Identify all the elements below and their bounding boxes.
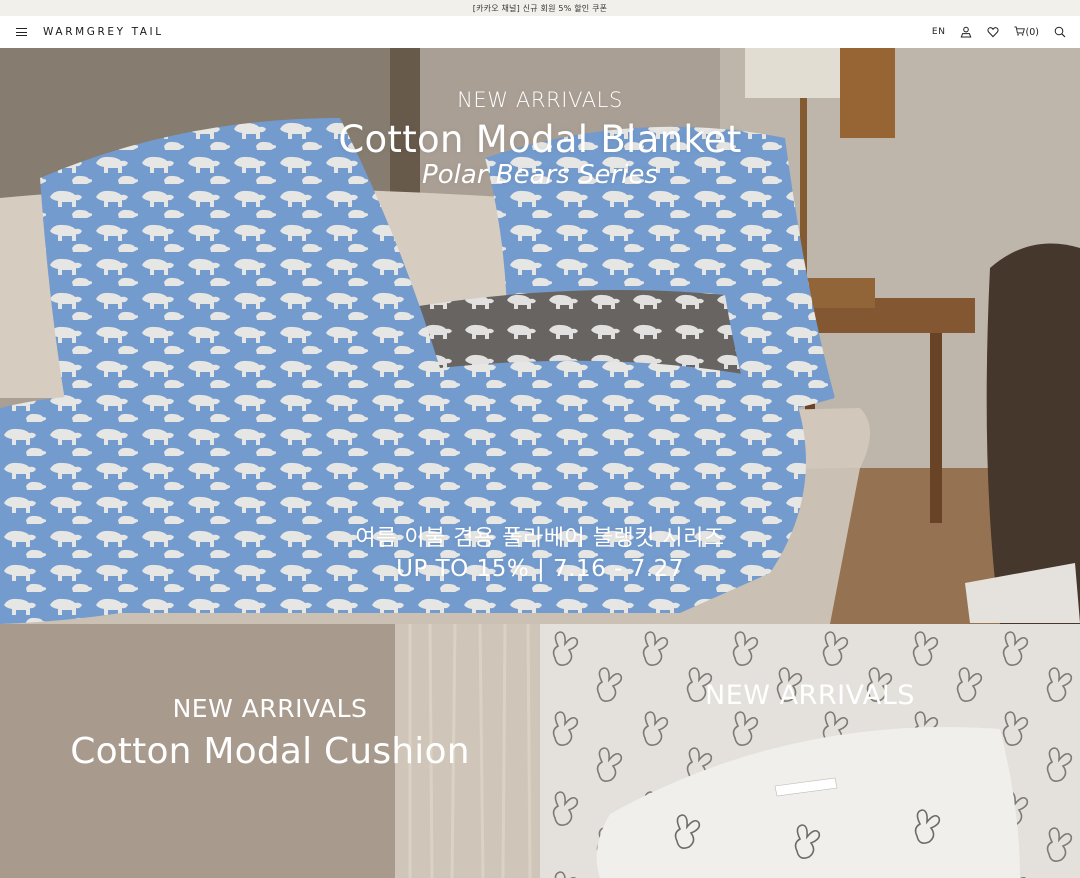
- bunny-banner-photo: [540, 624, 1080, 878]
- hero-promo: UP TO 15% | 7.16 - 7.27: [396, 556, 684, 582]
- language-switch[interactable]: EN: [932, 27, 946, 37]
- announcement-bar[interactable]: [카카오 채널] 신규 회원 5% 할인 쿠폰: [0, 0, 1080, 16]
- header-left: WARMGREY TAIL: [16, 26, 164, 38]
- user-icon[interactable]: [960, 26, 973, 39]
- hero-eyebrow: NEW ARRIVALS: [457, 88, 623, 112]
- bunny-eyebrow: NEW ARRIVALS: [705, 680, 915, 711]
- hero-korean-caption: 여름 이불 겸용 폴라베어 블랭킷 시리즈: [355, 526, 725, 551]
- cushion-title: Cotton Modal Cushion: [70, 731, 470, 772]
- hero-subtitle: Polar Bears Series: [422, 160, 658, 190]
- bunny-banner[interactable]: NEW ARRIVALS: [540, 624, 1080, 878]
- heart-icon[interactable]: [987, 26, 1000, 39]
- menu-icon[interactable]: [16, 28, 27, 36]
- hero-banner[interactable]: NEW ARRIVALS Cotton Modal Blanket Polar …: [0, 48, 1080, 624]
- announcement-text[interactable]: [카카오 채널] 신규 회원 5% 할인 쿠폰: [473, 3, 607, 14]
- cart-icon: [1014, 26, 1025, 39]
- search-icon[interactable]: [1053, 26, 1066, 39]
- cushion-banner[interactable]: NEW ARRIVALS Cotton Modal Cushion: [0, 624, 540, 878]
- cushion-eyebrow: NEW ARRIVALS: [172, 694, 368, 723]
- hero-title: Cotton Modal Blanket: [338, 118, 742, 161]
- cart-count: (0): [1025, 26, 1039, 38]
- brand-logo[interactable]: WARMGREY TAIL: [43, 26, 164, 38]
- header-right: EN (0): [932, 26, 1066, 39]
- cart-button[interactable]: (0): [1014, 26, 1039, 39]
- site-header: WARMGREY TAIL EN (0): [0, 16, 1080, 48]
